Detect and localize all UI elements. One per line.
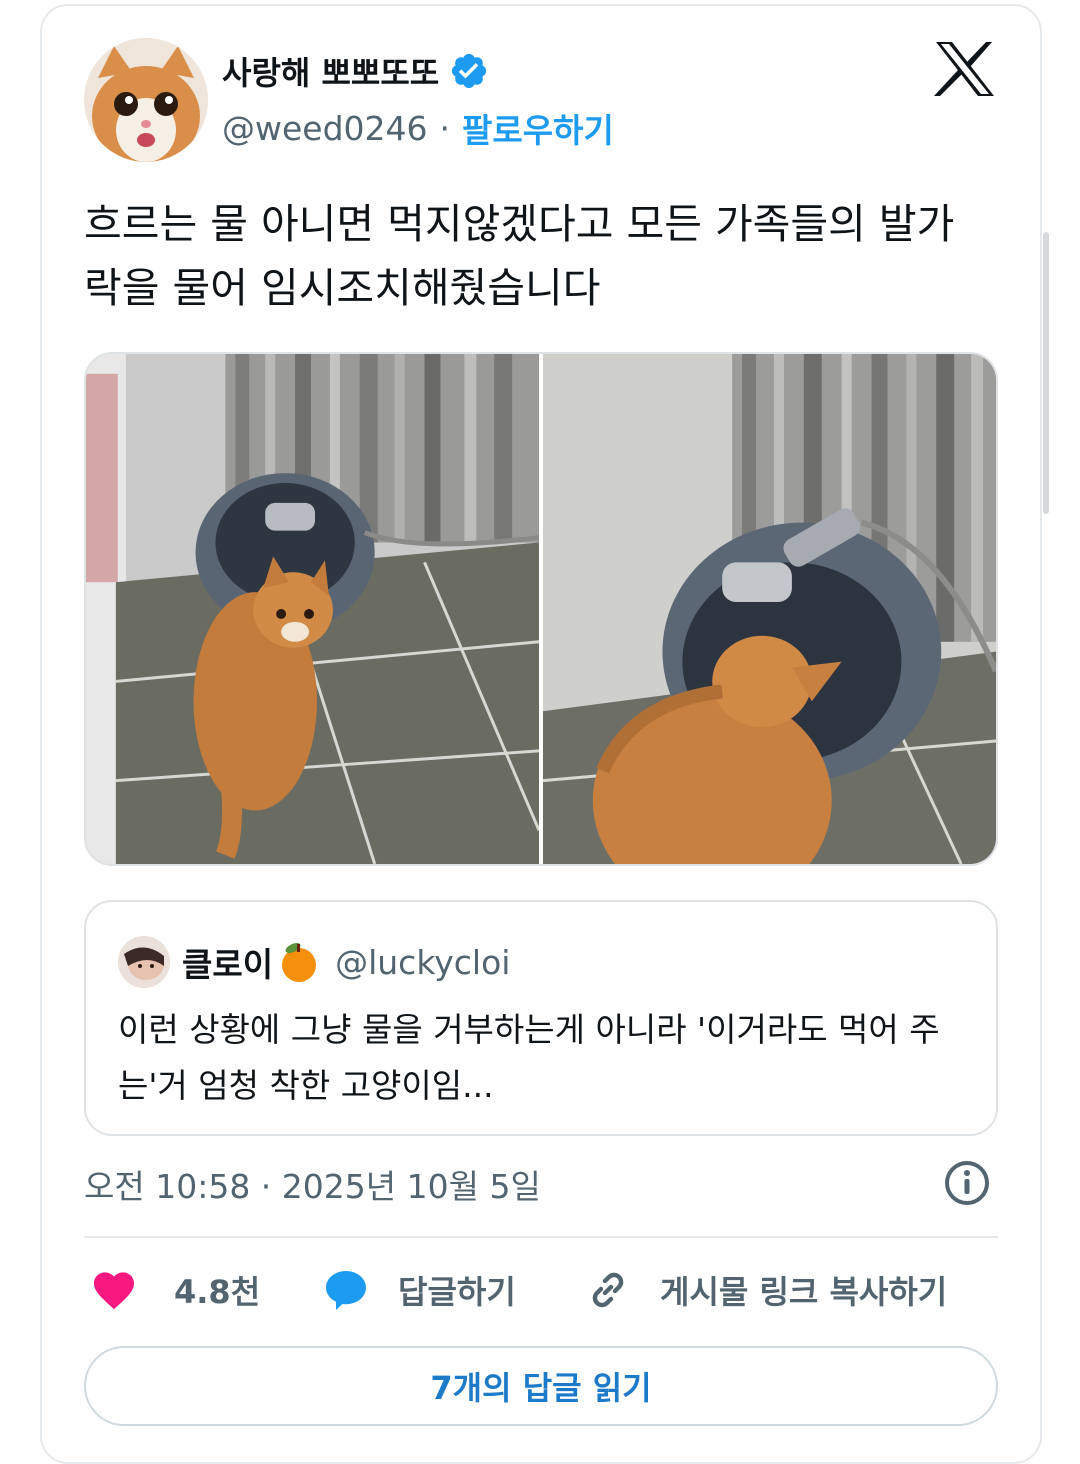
heart-icon [94,1272,134,1310]
author-handle[interactable]: @weed0246 [222,109,428,148]
orange-emoji-icon [282,943,317,982]
like-button[interactable]: 4.8천 [90,1266,260,1314]
author-name-row: 사랑해 뽀뽀또또 [222,48,489,94]
read-replies-button[interactable]: 7개의 답글 읽기 [84,1346,998,1426]
reply-button[interactable]: 답글하기 [322,1266,516,1314]
tweet-media[interactable] [84,352,998,866]
speech-bubble-icon [326,1271,366,1310]
quoted-author-row: 클로이 @luckycloi [118,936,510,988]
verified-badge-icon [452,53,487,89]
info-icon[interactable] [944,1160,990,1206]
author-avatar[interactable] [84,38,208,162]
author-handle-row: @weed0246 · 팔로우하기 [222,104,614,152]
copy-link-button[interactable]: 게시물 링크 복사하기 [584,1266,947,1314]
media-photo-2[interactable] [543,354,996,864]
media-photo-1[interactable] [86,354,539,864]
cat-photo-left [86,354,539,864]
separator-dot: · [439,108,451,148]
divider [84,1236,998,1238]
author-name[interactable]: 사랑해 뽀뽀또또 [222,48,439,94]
like-count: 4.8천 [174,1273,261,1311]
follow-button[interactable]: 팔로우하기 [462,104,614,152]
cat-photo-right [543,354,996,864]
tweet-text: 흐르는 물 아니면 먹지않겠다고 모든 가족들의 발가락을 물어 임시조치해줬습… [84,200,955,312]
x-logo-icon[interactable] [934,40,996,98]
person-avatar-image [118,936,170,988]
quoted-author-avatar[interactable] [118,936,170,988]
tweet-timestamp[interactable]: 오전 10:58 · 2025년 10월 5일 [84,1160,541,1208]
action-bar: 4.8천 답글하기 게시물 링크 복사하기 [84,1262,998,1322]
quoted-tweet-text: 이런 상황에 그냥 물을 거부하는게 아니라 '이거라도 먹어 주는'거 엄청 … [118,1010,940,1105]
link-icon [592,1272,624,1308]
cat-avatar-image [84,38,208,162]
quoted-author-name[interactable]: 클로이 [182,938,273,986]
quoted-author-handle[interactable]: @luckycloi [335,943,510,982]
copy-link-label: 게시물 링크 복사하기 [660,1273,948,1311]
reply-label: 답글하기 [398,1273,516,1311]
quoted-tweet[interactable]: 클로이 @luckycloi 이런 상황에 그냥 물을 거부하는게 아니라 '이… [84,900,998,1136]
scrollbar[interactable] [1043,232,1049,514]
